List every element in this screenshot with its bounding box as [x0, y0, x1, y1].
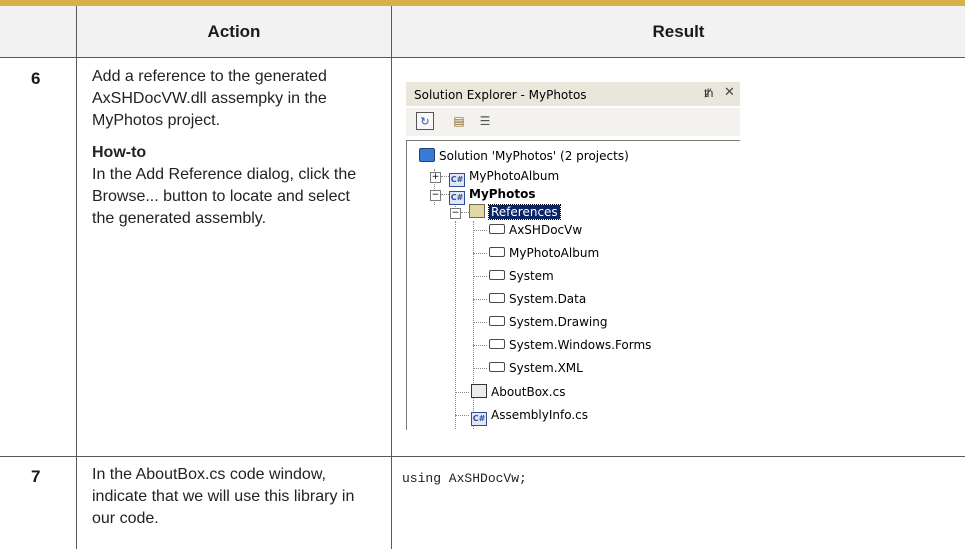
howto-text: In the Add Reference dialog, click the B… [92, 166, 357, 227]
tree-line [473, 322, 487, 323]
tree-line [455, 415, 469, 416]
solution-icon [419, 148, 435, 162]
tree-item-project-myphotos[interactable]: C# MyPhotos [449, 185, 536, 205]
refresh-icon[interactable]: ↻ [416, 112, 434, 130]
tree-item-reference[interactable]: System.Data [489, 290, 586, 308]
tree-item-references[interactable]: References [469, 203, 561, 221]
tree-line [455, 221, 456, 430]
tree-line [473, 230, 487, 231]
csharp-project-icon: C# [449, 191, 465, 205]
howto-label: How-to [92, 144, 147, 161]
reference-icon [489, 316, 505, 326]
tree-label: References [488, 204, 561, 220]
tree-line [441, 194, 449, 195]
tree-item-solution[interactable]: Solution 'MyPhotos' (2 projects) [419, 147, 629, 165]
solution-explorer-title: Solution Explorer - MyPhotos [414, 88, 587, 102]
tree-line [473, 276, 487, 277]
header-action: Action [207, 22, 261, 41]
tree-label: MyPhotoAlbum [469, 169, 560, 183]
action-text: Add a reference to the generated AxSHDoc… [92, 68, 327, 129]
tree-label: MyPhotos [469, 187, 536, 201]
tree-item-reference[interactable]: System.XML [489, 359, 583, 377]
tree-line [473, 368, 487, 369]
properties-icon[interactable]: ▤ [450, 112, 468, 130]
code-snippet: using AxSHDocVw; [402, 471, 527, 486]
reference-icon [489, 362, 505, 372]
reference-icon [489, 247, 505, 257]
tree-label: AboutBox.cs [491, 385, 566, 399]
tree-line [473, 299, 487, 300]
collapse-icon[interactable]: − [430, 190, 441, 201]
tree-label: MyPhotoAlbum [509, 246, 600, 260]
reference-icon [489, 339, 505, 349]
tree-item-reference[interactable]: System.Drawing [489, 313, 607, 331]
reference-icon [489, 270, 505, 280]
collapse-icon[interactable]: − [450, 208, 461, 219]
tree-line [455, 392, 469, 393]
col-divider-1 [76, 6, 77, 549]
tree-label: System [509, 269, 554, 283]
tree-item-reference[interactable]: System [489, 267, 554, 285]
step-number: 6 [31, 69, 41, 88]
col-divider-2 [391, 6, 392, 549]
action-cell: In the AboutBox.cs code window, indicate… [92, 464, 367, 530]
step-number: 7 [31, 467, 41, 486]
tree-item-reference[interactable]: MyPhotoAlbum [489, 244, 599, 262]
solution-explorer: Solution Explorer - MyPhotos ᵺ ✕ ↻ ▤ ☰ S… [406, 78, 740, 430]
action-text: In the AboutBox.cs code window, indicate… [92, 466, 355, 527]
header-result: Result [652, 22, 705, 41]
row-divider-step6 [0, 456, 965, 457]
reference-icon [489, 224, 505, 234]
expand-icon[interactable]: + [430, 172, 441, 183]
tree-line [473, 253, 487, 254]
show-all-files-icon[interactable]: ☰ [476, 112, 494, 130]
solution-explorer-titlebar: Solution Explorer - MyPhotos ᵺ ✕ [406, 82, 740, 106]
tree-item-reference[interactable]: System.Windows.Forms [489, 336, 651, 354]
tree-item-reference[interactable]: AxSHDocVw [489, 221, 582, 239]
tree-line [461, 212, 469, 213]
action-cell: Add a reference to the generated AxSHDoc… [92, 66, 367, 230]
close-icon[interactable]: ✕ [724, 85, 735, 100]
tree-label: AssemblyInfo.cs [491, 408, 589, 422]
tree-item-file[interactable]: C# AssemblyInfo.cs [471, 406, 589, 426]
form-file-icon [471, 384, 487, 398]
tree-item-project-myphotoalbum[interactable]: C# MyPhotoAlbum [449, 167, 560, 187]
row-divider-header [0, 57, 965, 58]
tree-label: AxSHDocVw [509, 223, 583, 237]
tree-label: System.Windows.Forms [509, 338, 652, 352]
csharp-file-icon: C# [471, 412, 487, 426]
solution-tree: Solution 'MyPhotos' (2 projects) + C# MyP… [406, 140, 740, 430]
tree-label: System.Data [509, 292, 587, 306]
tree-item-file[interactable]: AboutBox.cs [471, 383, 565, 401]
pin-icon[interactable]: ᵺ [704, 86, 713, 100]
tree-label: System.XML [509, 361, 583, 375]
tree-label: Solution 'MyPhotos' (2 projects) [439, 149, 629, 163]
references-folder-icon [469, 204, 485, 218]
tree-line [473, 345, 487, 346]
reference-icon [489, 293, 505, 303]
tree-line [441, 176, 449, 177]
tree-label: System.Drawing [509, 315, 608, 329]
